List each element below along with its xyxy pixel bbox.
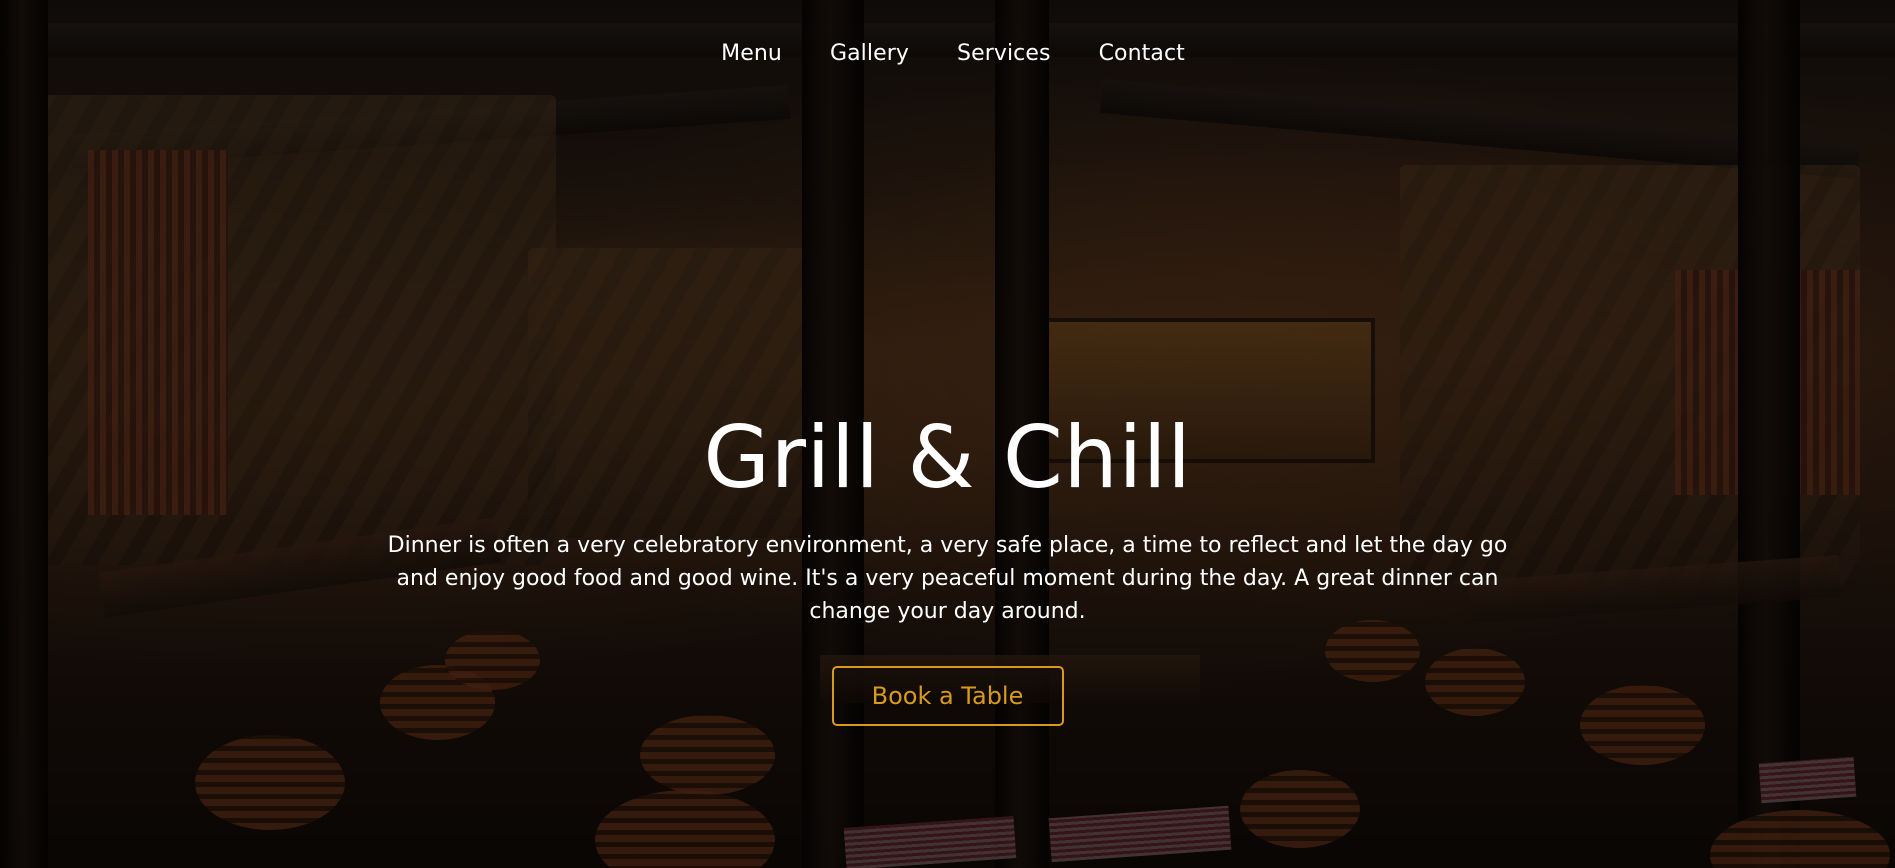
hero-content: Grill & Chill Dinner is often a very cel… bbox=[0, 403, 1895, 726]
navigation-list-item: Services bbox=[957, 39, 1051, 69]
hero-title: Grill & Chill bbox=[703, 408, 1192, 508]
nav-services-link[interactable]: Services bbox=[957, 41, 1051, 66]
hero-section: Menu Gallery Services Contact Grill & Ch… bbox=[0, 0, 1895, 868]
main-navigation: Menu Gallery Services Contact bbox=[0, 39, 1895, 69]
navigation-list-item: Contact bbox=[1099, 39, 1185, 69]
navigation-list: Menu Gallery Services Contact bbox=[721, 39, 1185, 69]
nav-gallery-link[interactable]: Gallery bbox=[830, 41, 909, 66]
nav-menu-link[interactable]: Menu bbox=[721, 41, 782, 66]
navigation-list-item: Gallery bbox=[830, 39, 909, 69]
book-table-button[interactable]: Book a Table bbox=[831, 666, 1064, 726]
navigation-list-item: Menu bbox=[721, 39, 782, 69]
hero-description: Dinner is often a very celebratory envir… bbox=[387, 533, 1508, 624]
nav-contact-link[interactable]: Contact bbox=[1099, 41, 1185, 66]
